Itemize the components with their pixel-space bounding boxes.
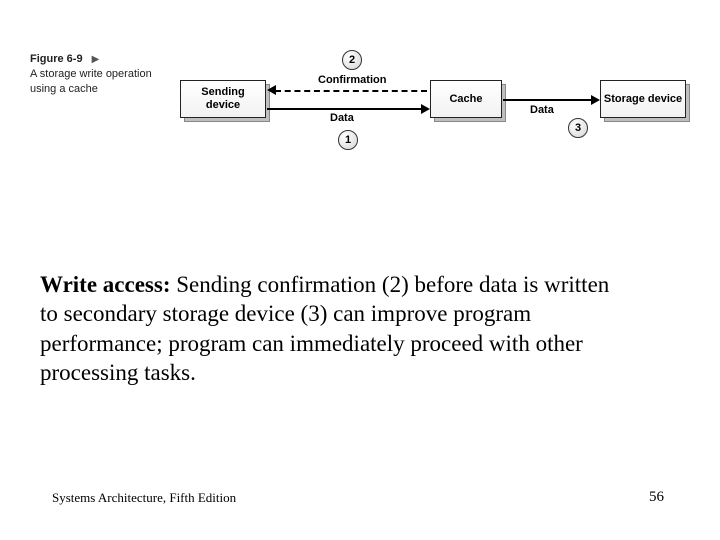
footer-book-title: Systems Architecture, Fifth Edition [52, 490, 236, 506]
step-circle-3: 3 [568, 118, 588, 138]
arrow-data1-line [267, 108, 423, 110]
box-storage-device: Storage device [600, 80, 690, 122]
box-cache-label: Cache [430, 80, 502, 118]
box-cache: Cache [430, 80, 506, 122]
step-3-num: 3 [575, 122, 581, 134]
footer-page-number: 56 [649, 489, 664, 506]
figure-caption-block: Figure 6-9 ▶ A storage write operation u… [30, 52, 160, 97]
body-paragraph: Write access: Sending confirmation (2) b… [40, 270, 630, 388]
triangle-icon: ▶ [92, 53, 100, 67]
label-confirmation: Confirmation [318, 74, 386, 86]
arrow-confirmation-head [267, 85, 276, 95]
diagram: Sending device Cache Storage device Conf… [170, 52, 690, 172]
step-2-num: 2 [349, 54, 355, 66]
arrow-confirmation-line [275, 90, 427, 92]
box-storage-device-label: Storage device [600, 80, 686, 118]
step-1-num: 1 [345, 134, 351, 146]
label-data2: Data [530, 104, 554, 116]
box-sending-device: Sending device [180, 80, 270, 122]
step-circle-1: 1 [338, 130, 358, 150]
arrow-data2-line [503, 99, 593, 101]
step-circle-2: 2 [342, 50, 362, 70]
body-lead: Write access: [40, 272, 171, 297]
figure-header: Figure 6-9 ▶ A storage write operation u… [30, 52, 690, 172]
arrow-data1-head [421, 104, 430, 114]
arrow-data2-head [591, 95, 600, 105]
figure-caption-text: A storage write operation using a cache [30, 68, 152, 95]
label-data1: Data [330, 112, 354, 124]
box-sending-device-label: Sending device [180, 80, 266, 118]
figure-number: Figure 6-9 [30, 52, 83, 67]
